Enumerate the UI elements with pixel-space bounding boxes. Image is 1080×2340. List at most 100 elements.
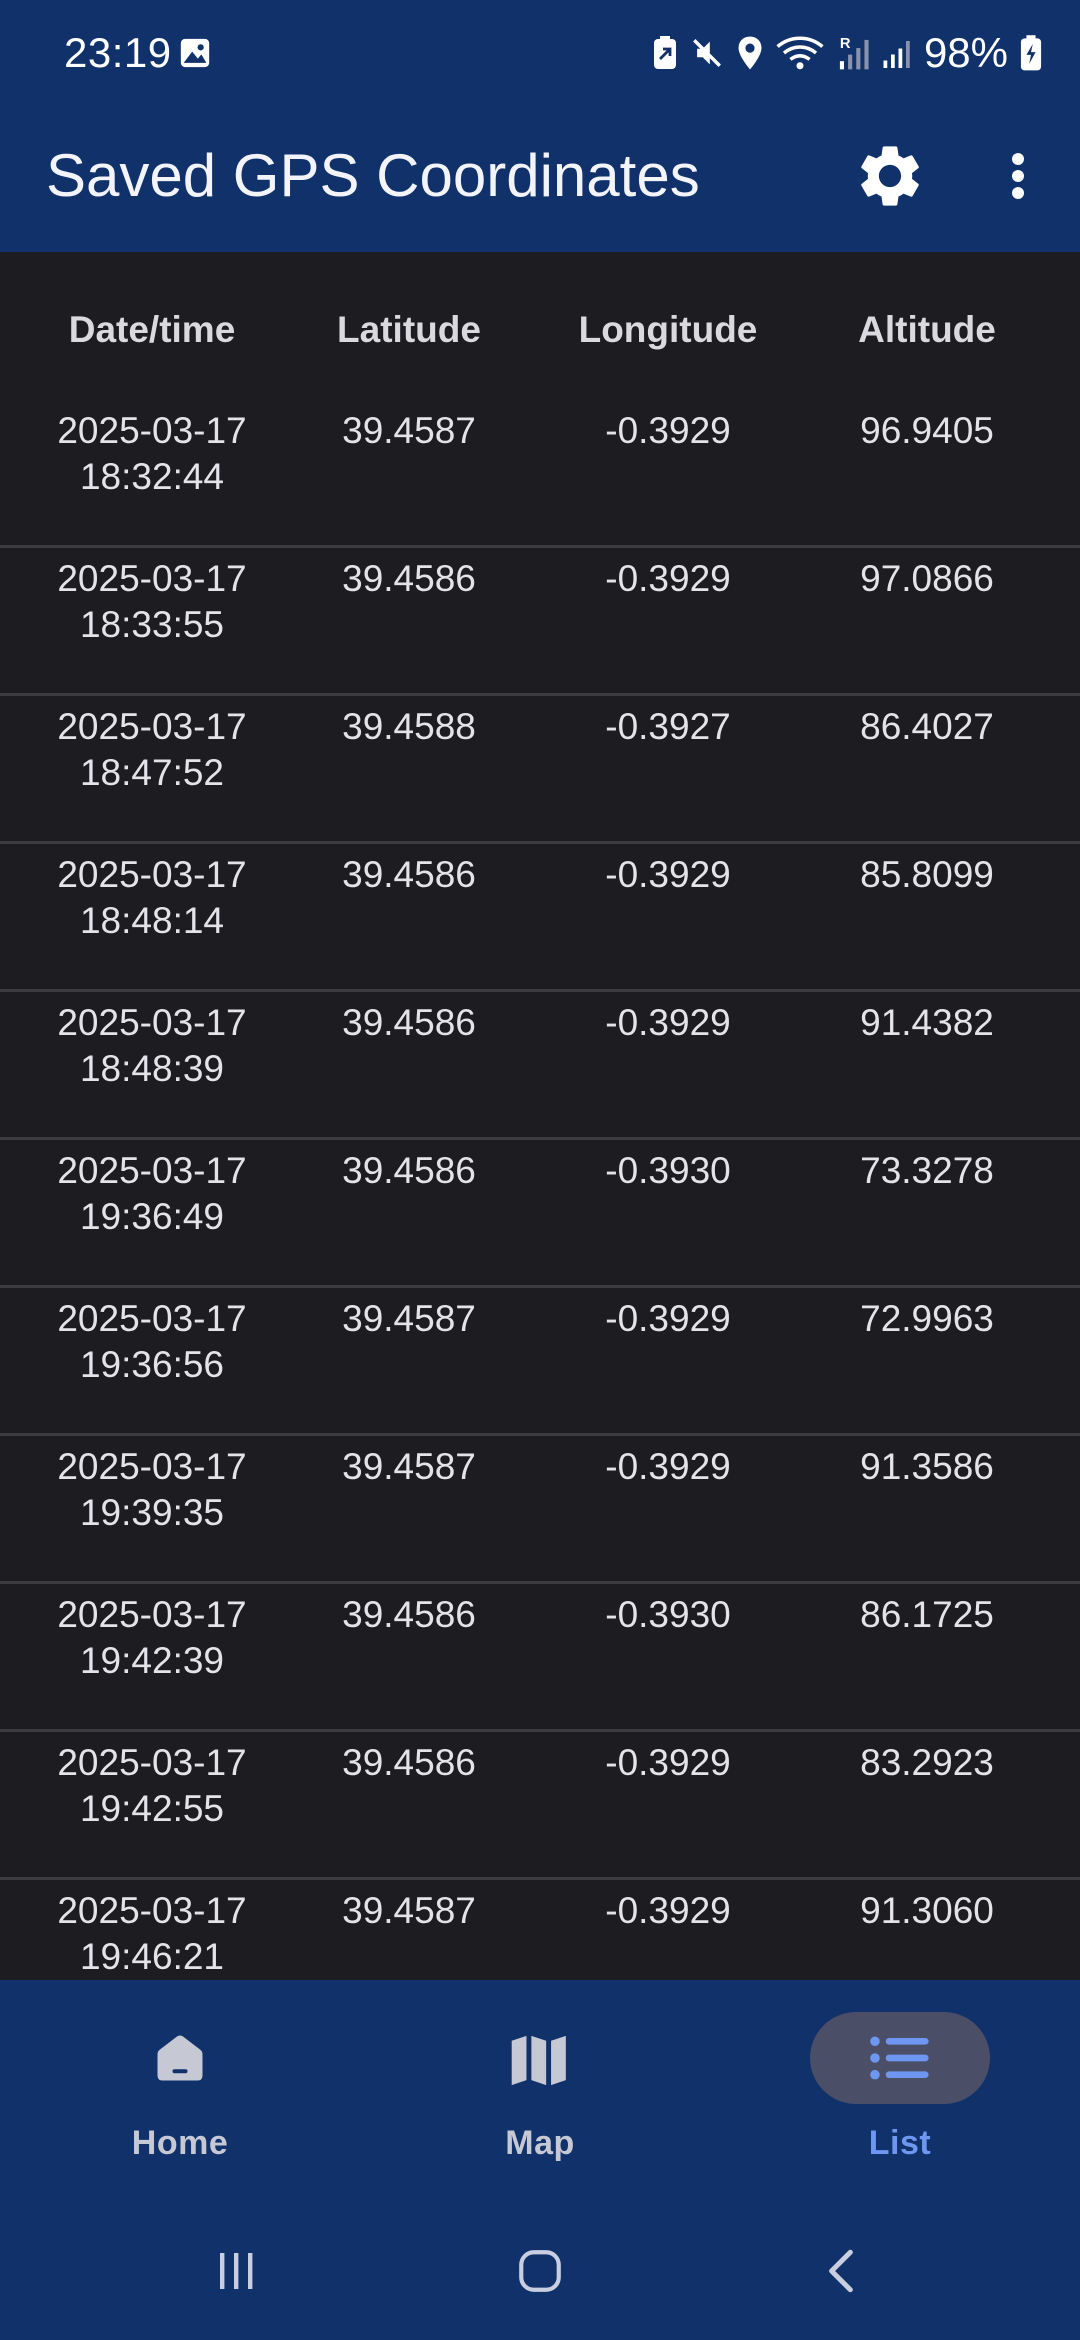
cell-latitude: 39.4588 xyxy=(342,706,476,747)
cell-time: 18:48:14 xyxy=(79,900,225,941)
wifi-icon xyxy=(776,36,824,70)
bottom-navigation: Home Map List xyxy=(0,1980,1080,2196)
cell-latitude: 39.4586 xyxy=(342,1150,476,1191)
cell-altitude: 91.4382 xyxy=(860,1002,994,1043)
settings-button[interactable] xyxy=(848,126,932,226)
more-vert-icon xyxy=(1012,153,1024,199)
cell-latitude: 39.4586 xyxy=(342,1742,476,1783)
battery-saver-icon xyxy=(653,36,676,69)
nav-label-home: Home xyxy=(131,2124,229,2162)
cell-time: 19:42:39 xyxy=(79,1640,225,1681)
cell-longitude: -0.3930 xyxy=(605,1594,731,1635)
table-row[interactable]: 2025-03-17 18:47:52 39.4588 -0.3927 86.40… xyxy=(0,696,1080,844)
cell-longitude: -0.3929 xyxy=(605,1446,731,1487)
cell-latitude: 39.4586 xyxy=(342,1594,476,1635)
cell-longitude: -0.3927 xyxy=(605,706,731,747)
table-row[interactable]: 2025-03-17 19:42:39 39.4586 -0.3930 86.17… xyxy=(0,1584,1080,1732)
cell-latitude: 39.4586 xyxy=(342,558,476,599)
cell-latitude: 39.4586 xyxy=(342,854,476,895)
cell-time: 18:32:44 xyxy=(79,456,225,497)
column-header-altitude: Altitude xyxy=(858,309,996,350)
nav-pill-home xyxy=(90,2012,270,2104)
nav-item-list[interactable]: List xyxy=(720,1980,1080,2196)
cell-datetime: 2025-03-17 19:46:21 xyxy=(0,1888,304,1980)
recents-button[interactable] xyxy=(196,2236,276,2306)
recents-icon xyxy=(220,2253,253,2289)
column-header-latitude: Latitude xyxy=(337,309,481,350)
app-bar: Saved GPS Coordinates xyxy=(0,106,1080,252)
coordinates-table[interactable]: Date/time Latitude Longitude Altitude 20… xyxy=(0,252,1080,1980)
table-row[interactable]: 2025-03-17 18:32:44 39.4587 -0.3929 96.94… xyxy=(0,400,1080,548)
cell-latitude: 39.4587 xyxy=(342,1298,476,1339)
cell-longitude: -0.3929 xyxy=(605,1742,731,1783)
cell-datetime: 2025-03-17 19:39:35 xyxy=(0,1444,304,1536)
status-time: 23:19 xyxy=(64,29,172,76)
cell-altitude: 72.9963 xyxy=(860,1298,994,1339)
cell-datetime: 2025-03-17 18:48:14 xyxy=(0,852,304,944)
status-icons: R 98% xyxy=(652,28,1042,78)
table-row[interactable]: 2025-03-17 19:36:49 39.4586 -0.3930 73.32… xyxy=(0,1140,1080,1288)
mute-icon xyxy=(692,39,721,67)
cell-time: 18:47:52 xyxy=(79,752,225,793)
cell-datetime: 2025-03-17 18:47:52 xyxy=(0,704,304,796)
cell-latitude: 39.4587 xyxy=(342,1446,476,1487)
cell-altitude: 73.3278 xyxy=(860,1150,994,1191)
cell-time: 19:46:21 xyxy=(79,1936,225,1977)
cell-altitude: 91.3586 xyxy=(860,1446,994,1487)
cell-longitude: -0.3929 xyxy=(605,1298,731,1339)
cell-datetime: 2025-03-17 18:33:55 xyxy=(0,556,304,648)
table-row[interactable]: 2025-03-17 19:46:21 39.4587 -0.3929 91.30… xyxy=(0,1880,1080,1980)
table-row[interactable]: 2025-03-17 19:42:55 39.4586 -0.3929 83.29… xyxy=(0,1732,1080,1880)
cell-datetime: 2025-03-17 19:42:39 xyxy=(0,1592,304,1684)
back-button[interactable] xyxy=(802,2236,882,2306)
system-navigation-bar xyxy=(0,2196,1080,2340)
battery-charging-icon xyxy=(1020,35,1042,71)
cell-time: 19:42:55 xyxy=(79,1788,225,1829)
battery-percent: 98% xyxy=(923,29,1008,76)
nav-label-list: List xyxy=(868,2124,932,2162)
status-bar: 23:19 R 98% xyxy=(0,0,1080,106)
table-row[interactable]: 2025-03-17 18:48:14 39.4586 -0.3929 85.80… xyxy=(0,844,1080,992)
cell-datetime: 2025-03-17 19:42:55 xyxy=(0,1740,304,1832)
nav-label-map: Map xyxy=(505,2124,575,2162)
cell-longitude: -0.3929 xyxy=(605,410,731,451)
more-options-button[interactable] xyxy=(988,126,1048,226)
table-rows: 2025-03-17 18:32:44 39.4587 -0.3929 96.94… xyxy=(0,400,1080,1980)
page-title: Saved GPS Coordinates xyxy=(46,142,700,209)
nav-item-home[interactable]: Home xyxy=(0,1980,360,2196)
cell-time: 18:48:39 xyxy=(79,1048,225,1089)
cell-altitude: 96.9405 xyxy=(860,410,994,451)
cell-time: 19:39:35 xyxy=(79,1492,225,1533)
cell-latitude: 39.4587 xyxy=(342,410,476,451)
cell-altitude: 91.3060 xyxy=(860,1890,994,1931)
cell-longitude: -0.3929 xyxy=(605,1002,731,1043)
cell-datetime: 2025-03-17 18:48:39 xyxy=(0,1000,304,1092)
cell-datetime: 2025-03-17 19:36:56 xyxy=(0,1296,304,1388)
cell-time: 19:36:56 xyxy=(79,1344,225,1385)
cell-date: 2025-03-17 xyxy=(57,1298,247,1339)
cell-date: 2025-03-17 xyxy=(57,1446,247,1487)
cell-latitude: 39.4586 xyxy=(342,1002,476,1043)
table-row[interactable]: 2025-03-17 18:48:39 39.4586 -0.3929 91.43… xyxy=(0,992,1080,1140)
back-icon xyxy=(829,2249,853,2293)
signal-roaming-icon: R xyxy=(839,36,869,70)
cell-date: 2025-03-17 xyxy=(57,854,247,895)
home-circle-icon xyxy=(519,2250,561,2292)
nav-pill-map xyxy=(450,2012,630,2104)
screen: 23:19 R 98% Saved GPS Coordinates Date/t… xyxy=(0,0,1080,2340)
location-icon xyxy=(738,36,762,70)
home-system-button[interactable] xyxy=(500,2236,580,2306)
cell-date: 2025-03-17 xyxy=(57,1742,247,1783)
cell-date: 2025-03-17 xyxy=(57,1150,247,1191)
table-row[interactable]: 2025-03-17 18:33:55 39.4586 -0.3929 97.08… xyxy=(0,548,1080,696)
table-header: Date/time Latitude Longitude Altitude xyxy=(0,252,1080,400)
table-row[interactable]: 2025-03-17 19:36:56 39.4587 -0.3929 72.99… xyxy=(0,1288,1080,1436)
cell-longitude: -0.3930 xyxy=(605,1150,731,1191)
cell-altitude: 85.8099 xyxy=(860,854,994,895)
table-row[interactable]: 2025-03-17 19:39:35 39.4587 -0.3929 91.35… xyxy=(0,1436,1080,1584)
cell-altitude: 97.0866 xyxy=(860,558,994,599)
cell-longitude: -0.3929 xyxy=(605,854,731,895)
cell-altitude: 86.1725 xyxy=(860,1594,994,1635)
gear-icon xyxy=(861,146,919,206)
nav-item-map[interactable]: Map xyxy=(360,1980,720,2196)
